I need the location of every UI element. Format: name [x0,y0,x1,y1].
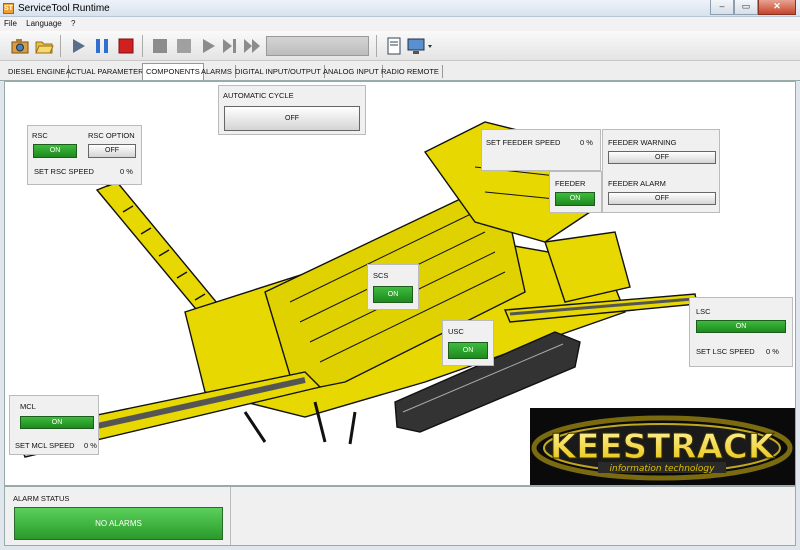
toolbar-separator [376,35,377,57]
rsc-speed-value: 0 % [120,167,133,176]
camera-icon[interactable] [10,36,30,56]
lsc-speed-label: SET LSC SPEED [696,347,755,356]
mcl-panel: MCL ON SET MCL SPEED 0 % [9,395,99,455]
status-divider [230,487,231,545]
feeder-alarm-button[interactable]: OFF [608,192,716,205]
feeder-status-panel: FEEDER WARNING OFF FEEDER ALARM OFF [602,129,720,213]
open-folder-icon[interactable] [34,36,54,56]
step-forward-icon[interactable] [220,36,240,56]
logo-brand: KEESTRACK [550,427,776,467]
progress-field [266,36,369,56]
rsc-panel: RSC ON RSC OPTION OFF SET RSC SPEED 0 % [27,125,142,185]
play-icon[interactable] [68,36,88,56]
menu-language[interactable]: Language [22,17,65,28]
rsc-label: RSC [32,131,48,140]
tab-bar: DIESEL ENGINE ACTUAL PARAMETERS COMPONEN… [0,61,800,81]
tab-actual-parameters[interactable]: ACTUAL PARAMETERS [63,65,153,78]
alarm-status-label: ALARM STATUS [13,494,70,503]
play-gray-icon[interactable] [198,36,218,56]
logo-swoosh: KEESTRACK information technology [531,415,793,481]
fast-forward-icon[interactable] [242,36,262,56]
alarm-status-panel: ALARM STATUS NO ALARMS [4,486,796,546]
toolbar [0,31,800,61]
keestrack-logo: KEESTRACK information technology [530,408,795,485]
tab-analog-input[interactable]: ANALOG INPUT [320,65,383,78]
tab-digital-io[interactable]: DIGITAL INPUT/OUTPUT [232,65,325,78]
scs-button[interactable]: ON [373,286,413,303]
automatic-cycle-button[interactable]: OFF [224,106,360,131]
feeder-speed-label: SET FEEDER SPEED [486,138,561,147]
rsc-speed-label: SET RSC SPEED [34,167,94,176]
feeder-warning-button[interactable]: OFF [608,151,716,164]
monitor-icon[interactable] [406,36,436,56]
feeder-label: FEEDER [555,179,586,188]
stop-icon[interactable] [116,36,136,56]
menu-file[interactable]: File [0,17,20,28]
feeder-alarm-label: FEEDER ALARM [608,179,666,188]
rsc-option-button[interactable]: OFF [88,144,136,158]
rsc-button[interactable]: ON [33,144,77,158]
toolbar-separator [142,35,143,57]
pause-icon[interactable] [92,36,112,56]
stop-gray-icon[interactable] [174,36,194,56]
minimize-button[interactable]: – [710,0,734,15]
automatic-cycle-label: AUTOMATIC CYCLE [223,91,294,100]
lsc-button[interactable]: ON [696,320,786,333]
feeder-speed-value: 0 % [580,138,593,147]
close-button[interactable]: ✕ [758,0,796,15]
components-view: AUTOMATIC CYCLE OFF RSC ON RSC OPTION OF… [4,81,796,486]
maximize-button[interactable]: ▭ [734,0,758,15]
tab-alarms[interactable]: ALARMS [198,65,236,78]
document-icon[interactable] [384,36,404,56]
mcl-speed-label: SET MCL SPEED [15,441,75,450]
app-icon: ST [3,3,14,14]
menu-help[interactable]: ? [67,17,78,28]
mcl-speed-value: 0 % [84,441,97,450]
mcl-label: MCL [20,402,36,411]
menu-bar: File Language ? [0,17,800,31]
mcl-button[interactable]: ON [20,416,94,429]
window-title: ServiceTool Runtime [18,3,110,14]
rsc-option-label: RSC OPTION [88,131,135,140]
lsc-panel: LSC ON SET LSC SPEED 0 % [689,297,793,367]
lsc-speed-value: 0 % [766,347,779,356]
title-bar: ST ServiceTool Runtime – ▭ ✕ [0,0,800,17]
window-controls: – ▭ ✕ [710,0,796,16]
feeder-warning-label: FEEDER WARNING [608,138,677,147]
lsc-label: LSC [696,307,711,316]
tab-diesel-engine[interactable]: DIESEL ENGINE [5,65,70,78]
tab-components[interactable]: COMPONENTS [142,63,204,80]
logo-tagline: information technology [610,464,716,474]
usc-button[interactable]: ON [448,342,488,359]
feeder-button[interactable]: ON [555,192,595,206]
tab-radio-remote[interactable]: RADIO REMOTE [378,65,443,78]
toolbar-separator [60,35,61,57]
alarm-status-button[interactable]: NO ALARMS [14,507,223,540]
automatic-cycle-panel: AUTOMATIC CYCLE OFF [218,85,366,135]
usc-label: USC [448,327,464,336]
usc-panel: USC ON [442,320,494,366]
scs-label: SCS [373,271,389,280]
scs-panel: SCS ON [367,264,419,310]
feeder-speed-panel: SET FEEDER SPEED 0 % [481,129,601,171]
feeder-panel: FEEDER ON [549,171,602,213]
stop-gray-icon[interactable] [150,36,170,56]
